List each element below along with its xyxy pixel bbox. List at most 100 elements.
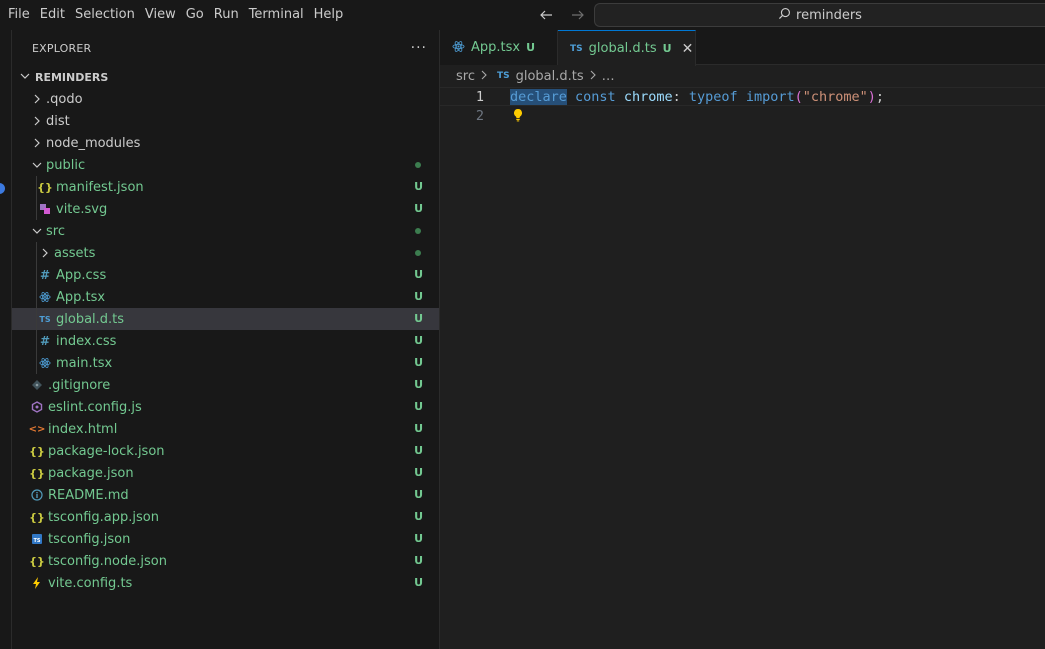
menu-run[interactable]: Run (209, 0, 244, 30)
breadcrumb-folder[interactable]: src (456, 69, 475, 84)
vite-icon (30, 577, 44, 589)
command-center-search[interactable]: reminders (594, 3, 1045, 27)
tab-modified-badge: U (526, 41, 536, 54)
code-editor[interactable]: 1 declare const chrome: typeof import("c… (440, 87, 1045, 125)
css-icon: # (39, 334, 51, 348)
typescript-icon: TS (570, 43, 583, 54)
tree-file[interactable]: .gitignore U (12, 374, 439, 396)
tree-file[interactable]: # index.css U (12, 330, 439, 352)
editor-tabs: App.tsx U TS global.d.ts U ✕ (440, 30, 1045, 66)
tree-item-label: manifest.json (56, 179, 144, 195)
tree-file[interactable]: # App.css U (12, 264, 439, 286)
activity-indicator (0, 183, 5, 194)
punctuation: : (672, 88, 681, 105)
tree-item-label: eslint.config.js (48, 399, 142, 415)
tree-folder[interactable]: assets (12, 242, 439, 264)
tree-item-label: App.css (56, 267, 107, 283)
css-icon: # (39, 268, 51, 282)
tree-item-label: package.json (48, 465, 134, 481)
indent-guide (36, 242, 37, 374)
menu-selection[interactable]: Selection (70, 0, 140, 30)
tab-app-tsx[interactable]: App.tsx U (440, 30, 558, 65)
git-status-untracked: U (414, 422, 423, 435)
line-text: declare const chrome: typeof import("chr… (510, 88, 884, 105)
tree-item-label: index.html (48, 421, 118, 437)
menu-terminal[interactable]: Terminal (244, 0, 309, 30)
tree-item-label: tsconfig.json (48, 531, 131, 547)
tree-file[interactable]: main.tsx U (12, 352, 439, 374)
tree-item-label: vite.config.ts (48, 575, 133, 591)
tree-file[interactable]: {} tsconfig.app.json U (12, 506, 439, 528)
json-icon: {} (29, 444, 45, 458)
react-icon (38, 291, 52, 303)
tree-item-label: tsconfig.app.json (48, 509, 159, 525)
more-actions-icon[interactable]: ··· (411, 41, 427, 55)
tree-file[interactable]: vite.svg U (12, 198, 439, 220)
menu-edit[interactable]: Edit (35, 0, 70, 30)
git-status-untracked: U (414, 378, 423, 391)
chevron-right-icon (30, 137, 44, 149)
tree-file[interactable]: {} manifest.json U (12, 176, 439, 198)
tsconfig-icon: TS (30, 533, 44, 545)
tree-file[interactable]: README.md U (12, 484, 439, 506)
tree-item-label: .gitignore (48, 377, 111, 393)
forward-arrow-icon[interactable] (568, 5, 588, 25)
tree-file[interactable]: TS global.d.ts U (12, 308, 439, 330)
lightbulb-icon[interactable] (512, 108, 524, 126)
git-icon (30, 379, 44, 391)
menu-view[interactable]: View (140, 0, 181, 30)
menu-file[interactable]: File (3, 0, 35, 30)
svg-file-icon (38, 203, 52, 215)
code-line[interactable]: 1 declare const chrome: typeof import("c… (440, 87, 1045, 106)
keyword-typeof: typeof (688, 88, 738, 105)
code-line[interactable]: 2 (440, 106, 1045, 125)
tree-folder[interactable]: public (12, 154, 439, 176)
chevron-right-icon (38, 247, 52, 259)
menu-help[interactable]: Help (309, 0, 349, 30)
chevron-right-icon (30, 115, 44, 127)
back-arrow-icon[interactable] (536, 5, 556, 25)
chevron-right-icon (30, 93, 44, 105)
menu-go[interactable]: Go (181, 0, 209, 30)
tree-file[interactable]: vite.config.ts U (12, 572, 439, 594)
activity-bar (0, 30, 12, 649)
tab-global-d-ts[interactable]: TS global.d.ts U ✕ (558, 30, 696, 66)
git-status-untracked: U (414, 576, 423, 589)
tree-file[interactable]: TS tsconfig.json U (12, 528, 439, 550)
navigation-arrows (536, 0, 588, 30)
explorer-title: EXPLORER (32, 41, 92, 55)
close-icon[interactable]: ✕ (682, 41, 694, 57)
tree-item-label: main.tsx (56, 355, 113, 371)
chevron-right-icon (479, 69, 489, 84)
title-bar: File Edit Selection View Go Run Terminal Help r… (0, 0, 1045, 30)
tree-item-label: .qodo (46, 91, 83, 107)
chevron-down-icon (30, 225, 44, 237)
tree-file[interactable]: eslint.config.js U (12, 396, 439, 418)
explorer-sidebar: EXPLORER ··· REMINDERS .qodo dist node_mod… (12, 30, 440, 649)
chevron-right-icon (588, 69, 598, 84)
git-status-untracked: U (414, 554, 423, 567)
tree-folder[interactable]: .qodo (12, 88, 439, 110)
tree-file[interactable]: <> index.html U (12, 418, 439, 440)
tree-item-label: package-lock.json (48, 443, 165, 459)
explorer-header: EXPLORER ··· (12, 30, 439, 66)
breadcrumb-symbols[interactable]: … (602, 69, 615, 84)
tree-file[interactable]: App.tsx U (12, 286, 439, 308)
indent-guide (36, 176, 37, 220)
workspace-section-header[interactable]: REMINDERS (12, 66, 439, 88)
typescript-icon: TS (39, 314, 51, 324)
tree-folder[interactable]: node_modules (12, 132, 439, 154)
tree-folder[interactable]: src (12, 220, 439, 242)
line-number: 1 (475, 88, 484, 105)
breadcrumb-file[interactable]: global.d.ts (516, 69, 584, 84)
editor-area: App.tsx U TS global.d.ts U ✕ src TS glob… (440, 30, 1045, 649)
tree-file[interactable]: {} package-lock.json U (12, 440, 439, 462)
tree-item-label: vite.svg (56, 201, 108, 217)
eslint-icon (30, 401, 44, 413)
punctuation: ) (867, 88, 876, 105)
tree-file[interactable]: {} package.json U (12, 462, 439, 484)
tree-file[interactable]: {} tsconfig.node.json U (12, 550, 439, 572)
svg-text:TS: TS (33, 538, 40, 544)
git-status-dot (415, 250, 421, 256)
tree-folder[interactable]: dist (12, 110, 439, 132)
